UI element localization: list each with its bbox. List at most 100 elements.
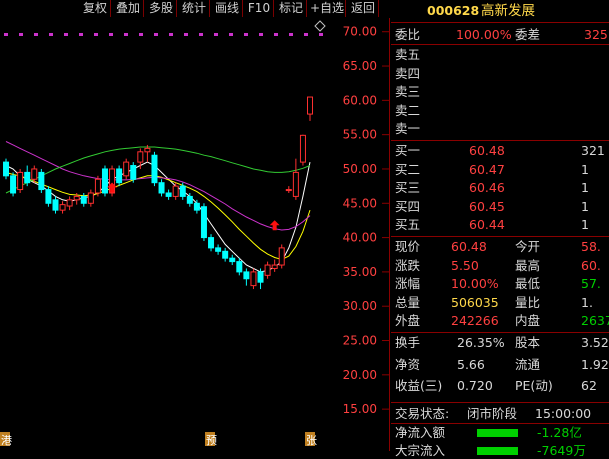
candle-body (87, 192, 94, 204)
diamond-icon[interactable] (314, 20, 326, 32)
y-tick-label: 15.00 (343, 402, 377, 416)
candle-body (137, 151, 144, 163)
bid-row-vol: 321 (581, 143, 605, 158)
flow-label: 大宗流入 (395, 443, 446, 458)
y-tick-label: 45.00 (343, 196, 377, 210)
quote-row-value1: 10.00% (451, 276, 499, 291)
trade-status-state: 闭市阶段 (467, 406, 518, 421)
y-tick-label: 65.00 (343, 59, 377, 73)
y-tick-label: 40.00 (343, 231, 377, 245)
signal-dot (94, 33, 98, 36)
stock-name: 高新发展 (481, 3, 535, 19)
bid-row-vol: 1 (581, 161, 589, 177)
candle-body (179, 185, 186, 197)
toolbar-button-5[interactable]: F10 (245, 0, 274, 17)
quote-row-label2: 量比 (515, 294, 541, 310)
ma-line-ma20 (5, 141, 311, 231)
finance-row-value1: 26.35% (457, 335, 505, 350)
flow-label: 净流入额 (395, 425, 446, 440)
signal-dot (139, 33, 143, 36)
signal-dot (184, 33, 188, 36)
quote-row-value1: 60.48 (451, 239, 487, 254)
quote-row-label1: 现价 (395, 239, 421, 254)
candle-body (94, 178, 101, 194)
axis-separator (389, 18, 390, 451)
toolbar-button-2[interactable]: 多股 (146, 0, 177, 17)
bid-row-label: 买五 (395, 217, 421, 232)
candle-body (229, 257, 236, 263)
candle-body (10, 175, 17, 194)
candle-body (208, 237, 215, 249)
y-tick-label: 20.00 (343, 368, 377, 382)
event-marker-label: 预 (206, 434, 217, 447)
y-tick-label: 70.00 (343, 25, 377, 39)
quote-row-value1: 242266 (451, 313, 499, 328)
bid-row-price: 60.44 (469, 217, 505, 232)
flow-value: -1.28亿 (537, 425, 582, 440)
toolbar-button-0[interactable]: 复权 (80, 0, 111, 17)
finance-row-label1: 换手 (395, 335, 421, 350)
candle-body (144, 147, 151, 153)
finance-row-label1: 收益(三) (395, 378, 443, 393)
divider (391, 44, 609, 45)
bid-row-price: 60.45 (469, 198, 505, 214)
signal-dot (274, 33, 278, 36)
signal-dot (229, 33, 233, 36)
quote-row-label1: 外盘 (395, 313, 421, 328)
bid-row-label: 买四 (395, 198, 421, 214)
candle-body (271, 264, 278, 269)
event-marker-label: 港 (1, 434, 12, 447)
candle-body (186, 195, 193, 204)
candle-body (59, 204, 66, 211)
quote-row-value2: 57. (581, 276, 601, 291)
bid-row-vol: 1 (581, 217, 589, 232)
toolbar-button-6[interactable]: 标记 (276, 0, 307, 17)
signal-dot (49, 33, 53, 36)
bid-row-label: 买一 (395, 143, 421, 158)
quote-row-value1: 5.50 (451, 257, 479, 273)
ask-row-label: 卖二 (395, 102, 421, 118)
divider (391, 332, 609, 333)
candle-body (66, 199, 73, 207)
candle-body (158, 182, 165, 194)
candle-body (200, 206, 207, 239)
bid-row-price: 60.46 (469, 180, 505, 195)
toolbar-button-1[interactable]: 叠加 (113, 0, 144, 17)
quote-row-label2: 最低 (515, 276, 541, 291)
candle-body (101, 168, 108, 194)
signal-dot (214, 33, 218, 36)
toolbar-button-8[interactable]: 返回 (348, 0, 379, 17)
quote-panel: 000628 高新发展 委比 100.00% 委差 325 卖五 卖四 卖三 卖二 卖一… (391, 0, 609, 458)
candle-body (222, 250, 229, 259)
candle-body (52, 199, 59, 211)
candle-body (17, 171, 24, 191)
finance-row-value1: 0.720 (457, 378, 493, 393)
y-tick-label: 55.00 (343, 128, 377, 142)
candle-body (193, 202, 200, 211)
toolbar-button-3[interactable]: 统计 (179, 0, 210, 17)
kline-chart[interactable]: 70.00 65.00 60.00 55.00 50.00 45.00 40.00 35.00… (0, 18, 390, 451)
toolbar-button-7[interactable]: +自选 (309, 0, 346, 17)
candle-body (3, 161, 9, 177)
candle-body (80, 195, 87, 204)
weicha-label: 委差 (515, 27, 541, 42)
ma-line-ma10 (5, 171, 311, 261)
candle-body (215, 247, 222, 252)
candle-body (285, 189, 292, 192)
y-tick-label: 60.00 (343, 93, 377, 107)
quote-row-label1: 涨幅 (395, 276, 421, 291)
candle-body (250, 271, 257, 287)
event-marker-label: 张 (306, 434, 317, 447)
quote-row-label1: 涨跌 (395, 257, 421, 273)
trade-status-time: 15:00:00 (535, 406, 592, 421)
ma-line-ma5 (5, 161, 311, 273)
signal-dot (169, 33, 173, 36)
candle-body (116, 168, 123, 184)
finance-row-label2: PE(动) (515, 378, 553, 393)
webi-label: 委比 (395, 27, 421, 42)
y-tick-label: 35.00 (343, 265, 377, 279)
bid-row-vol: 1 (581, 180, 589, 195)
toolbar-button-4[interactable]: 画线 (212, 0, 243, 17)
finance-row-value2: 3.52 (581, 335, 609, 350)
candle-body (123, 161, 130, 177)
